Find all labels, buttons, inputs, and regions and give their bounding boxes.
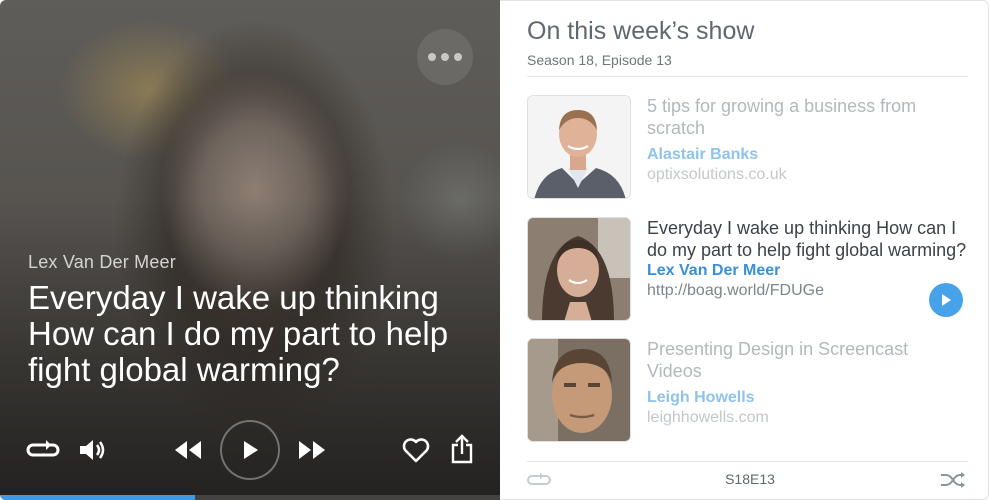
episode-quote: Everyday I wake up thinking How can I do… — [28, 279, 449, 388]
share-icon — [451, 434, 473, 464]
footer-repeat-button[interactable] — [527, 472, 551, 488]
play-button[interactable] — [220, 420, 280, 480]
play-icon — [942, 294, 951, 306]
repeat-icon — [26, 440, 60, 457]
share-button[interactable] — [449, 433, 475, 465]
more-options-button[interactable] — [417, 29, 473, 85]
fast-forward-button[interactable] — [296, 436, 328, 464]
episode-item-active[interactable]: Everyday I wake up thinking How can I do… — [527, 217, 968, 321]
episode-panel: On this week’s show Season 18, Episode 1… — [500, 0, 989, 500]
playback-progress-bar[interactable] — [0, 495, 500, 500]
episode-title: Everyday I wake up thinking How can I do… — [647, 218, 967, 260]
video-player: Lex Van Der Meer Everyday I wake up thin… — [0, 0, 500, 500]
episode-code: S18E13 — [725, 471, 775, 487]
more-dot — [454, 53, 462, 61]
more-dot — [441, 53, 449, 61]
season-episode-label: Season 18, Episode 13 — [527, 52, 672, 68]
repeat-icon — [527, 472, 551, 485]
divider — [527, 461, 968, 462]
shuffle-icon — [941, 472, 965, 488]
guest-name[interactable]: Lex Van Der Meer — [647, 261, 967, 281]
play-icon — [244, 441, 258, 459]
player-controls — [0, 418, 500, 484]
episode-thumbnail — [527, 217, 631, 321]
heart-icon — [402, 438, 430, 463]
guest-link[interactable]: optixsolutions.co.uk — [647, 165, 967, 185]
rewind-icon — [175, 441, 201, 459]
episode-thumbnail — [527, 95, 631, 199]
episode-title: Presenting Design in Screencast Videos — [647, 339, 909, 381]
episode-info: 5 tips for growing a business from scrat… — [647, 95, 967, 185]
repeat-button[interactable] — [26, 436, 60, 464]
more-dots-icon — [428, 53, 436, 61]
speaker-name: Lex Van Der Meer — [28, 252, 176, 272]
panel-title: On this week’s show — [527, 17, 755, 45]
volume-icon — [80, 440, 105, 460]
episode-item[interactable]: 5 tips for growing a business from scrat… — [527, 95, 968, 199]
episode-item[interactable]: Presenting Design in Screencast Videos L… — [527, 338, 968, 442]
rewind-button[interactable] — [172, 436, 204, 464]
episode-thumbnail — [527, 338, 631, 442]
like-button[interactable] — [401, 435, 431, 465]
fast-forward-icon — [299, 441, 325, 459]
guest-link[interactable]: http://boag.world/FDUGe — [647, 281, 967, 301]
shuffle-button[interactable] — [940, 471, 966, 489]
playback-progress-fill — [0, 495, 195, 500]
volume-button[interactable] — [78, 436, 108, 464]
guest-name[interactable]: Alastair Banks — [647, 145, 967, 165]
episode-play-button[interactable] — [929, 283, 963, 317]
episode-info: Everyday I wake up thinking How can I do… — [647, 217, 967, 301]
episode-title: 5 tips for growing a business from scrat… — [647, 96, 917, 138]
divider — [527, 76, 968, 77]
guest-name[interactable]: Leigh Howells — [647, 388, 967, 408]
episode-info: Presenting Design in Screencast Videos L… — [647, 338, 967, 428]
guest-link[interactable]: leighhowells.com — [647, 408, 967, 428]
